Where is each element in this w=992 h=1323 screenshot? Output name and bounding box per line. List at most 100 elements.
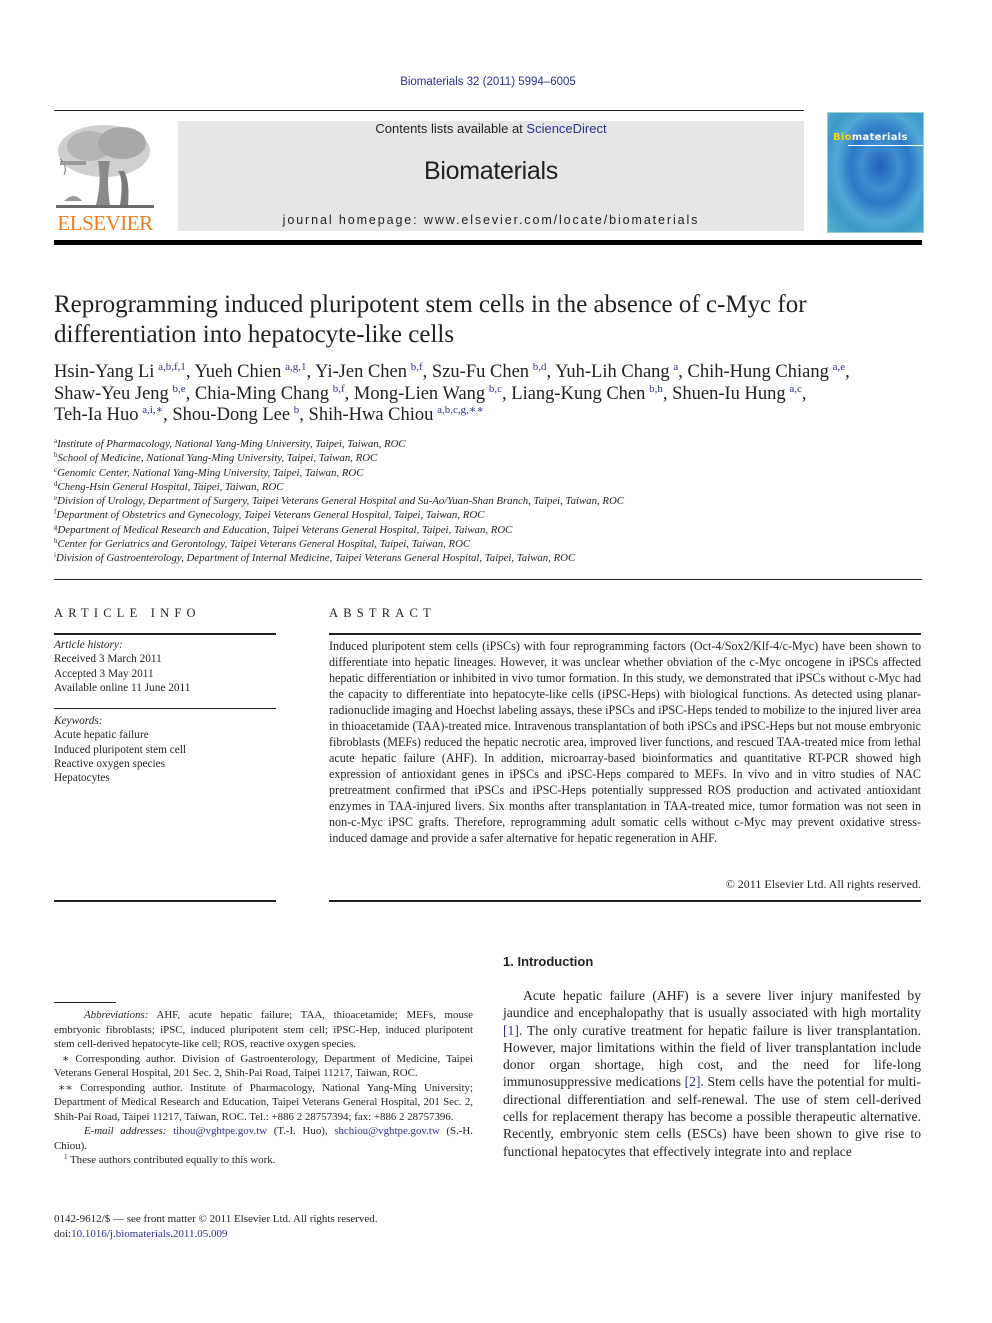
tree-icon	[54, 121, 156, 213]
author-name[interactable]: Shou-Dong Lee	[172, 405, 290, 425]
cover-title-highlight: Bio	[833, 132, 852, 143]
article-info-rule	[54, 633, 276, 635]
author-name[interactable]: Yi-Jen Chen	[315, 362, 407, 382]
keyword: Hepatocytes	[54, 772, 110, 785]
cover-title: Biomaterials	[833, 132, 908, 143]
author[interactable]: Yi-Jen Chen b,f	[315, 361, 423, 383]
keywords-rule	[54, 900, 276, 902]
author-affiliation-marks[interactable]: b	[294, 404, 300, 416]
affiliation: aInstitute of Pharmacology, National Yan…	[54, 437, 954, 451]
footnote-rule	[54, 1002, 116, 1003]
history-rule	[54, 708, 276, 709]
journal-homepage-link[interactable]: journal homepage: www.elsevier.com/locat…	[178, 213, 804, 227]
doi-line: doi:10.1016/j.biomaterials.2011.05.009	[54, 1227, 474, 1242]
introduction-heading: 1. Introduction	[503, 954, 594, 969]
author-name[interactable]: Shih-Hwa Chiou	[309, 405, 434, 425]
author-name[interactable]: Yuh-Lih Chang	[555, 362, 670, 382]
email-owner-huo: (T.-I. Huo),	[267, 1125, 335, 1137]
author-name[interactable]: Szu-Fu Chen	[432, 362, 529, 382]
author[interactable]: Shih-Hwa Chiou a,b,c,g,∗∗	[309, 404, 484, 426]
author-affiliation-marks[interactable]: a,g,1	[285, 361, 306, 373]
affiliation-text: Department of Medical Research and Educa…	[57, 523, 513, 536]
contents-availability: Contents lists available at ScienceDirec…	[178, 121, 804, 136]
author[interactable]: Yueh Chien a,g,1	[195, 361, 307, 383]
author-name[interactable]: Teh-Ia Huo	[54, 405, 139, 425]
author-name[interactable]: Chih-Hung Chiang	[688, 362, 829, 382]
affiliation: hCenter for Geriatrics and Gerontology, …	[54, 537, 954, 551]
history-accepted: Accepted 3 May 2011	[54, 667, 154, 680]
author-name[interactable]: Chia-Ming Chang	[195, 384, 329, 404]
author[interactable]: Chia-Ming Chang b,f	[195, 383, 345, 404]
author[interactable]: Hsin-Yang Li a,b,f,1	[54, 361, 186, 383]
affiliations-list: aInstitute of Pharmacology, National Yan…	[54, 437, 954, 566]
author[interactable]: Liang-Kung Chen b,h	[511, 383, 663, 404]
author-affiliation-marks[interactable]: b,f	[411, 361, 423, 373]
article-info-heading: ARTICLE INFO	[54, 606, 201, 620]
corresponding-author-2: ∗∗ Corresponding author. Institute of Ph…	[54, 1081, 473, 1123]
abstract-heading: ABSTRACT	[329, 606, 436, 620]
doi-link[interactable]: 10.1016/j.biomaterials.2011.05.009	[71, 1228, 227, 1240]
author[interactable]: Shou-Dong Lee b	[172, 404, 300, 426]
article-title: Reprogramming induced pluripotent stem c…	[54, 291, 807, 348]
author-affiliation-marks[interactable]: a,c	[789, 383, 802, 395]
history-label: Article history:	[54, 639, 123, 651]
affiliation: eDivision of Urology, Department of Surg…	[54, 494, 954, 508]
author[interactable]: Mong-Lien Wang b,c	[354, 383, 502, 404]
author-affiliation-marks[interactable]: b,e	[173, 383, 186, 395]
journal-citation-link[interactable]: Biomaterials 32 (2011) 5994–6005	[0, 76, 976, 88]
author-affiliation-marks[interactable]: b,f	[333, 383, 345, 395]
author-affiliation-marks[interactable]: a,b,f,1	[158, 361, 186, 373]
abstract-rule-top	[329, 633, 921, 635]
affiliation-text: Division of Gastroenterology, Department…	[55, 552, 576, 565]
affiliation-text: Department of Obstetrics and Gynecology,…	[56, 509, 485, 522]
email-label: E-mail addresses:	[84, 1125, 167, 1137]
header-thick-rule	[54, 240, 922, 245]
email-link-huo[interactable]: tihou@vghtpe.gov.tw	[173, 1125, 267, 1137]
abstract-text: Induced pluripotent stem cells (iPSCs) w…	[329, 639, 921, 845]
author-affiliation-marks[interactable]: a,b,c,g,∗∗	[437, 404, 484, 416]
journal-cover-image[interactable]: Biomaterials	[827, 112, 924, 233]
author-affiliation-marks[interactable]: b,h	[649, 383, 663, 395]
author-name[interactable]: Liang-Kung Chen	[511, 384, 645, 404]
elsevier-wordmark: ELSEVIER	[57, 211, 153, 235]
author-name[interactable]: Shaw-Yeu Jeng	[54, 384, 169, 404]
author[interactable]: Shaw-Yeu Jeng b,e	[54, 383, 186, 404]
doi-prefix: doi:	[54, 1227, 72, 1240]
article-history: Article history: Received 3 March 2011 A…	[54, 638, 276, 695]
abstract-rule-bottom	[329, 900, 921, 902]
abbreviations-footnote: Abbreviations: AHF, acute hepatic failur…	[54, 1008, 473, 1052]
affiliation: fDepartment of Obstetrics and Gynecology…	[54, 508, 954, 522]
introduction-paragraph: Acute hepatic failure (AHF) is a severe …	[503, 987, 921, 1160]
sciencedirect-link[interactable]: ScienceDirect	[526, 121, 606, 136]
author-name[interactable]: Mong-Lien Wang	[354, 384, 485, 404]
email-link-chiou[interactable]: shchiou@vghtpe.gov.tw	[334, 1125, 440, 1137]
contents-prefix: Contents lists available at	[375, 121, 527, 136]
affiliation-text: Genomic Center, National Yang-Ming Unive…	[57, 466, 364, 479]
author[interactable]: Chih-Hung Chiang a,e	[688, 361, 846, 383]
reference-link-1[interactable]: [1]	[503, 1023, 519, 1038]
author[interactable]: Szu-Fu Chen b,d	[432, 361, 547, 383]
keyword: Induced pluripotent stem cell	[54, 743, 187, 756]
history-received: Received 3 March 2011	[54, 653, 162, 666]
reference-link-2[interactable]: [2]	[685, 1074, 701, 1089]
email-footnote: E-mail addresses: tihou@vghtpe.gov.tw (T…	[54, 1124, 473, 1153]
author-name[interactable]: Yueh Chien	[195, 362, 282, 382]
author[interactable]: Shuen-Iu Hung a,c	[672, 383, 802, 404]
footnotes: Abbreviations: AHF, acute hepatic failur…	[54, 1008, 473, 1168]
front-matter: 0142-9612/$ — see front matter © 2011 El…	[54, 1212, 474, 1241]
abstract-copyright: © 2011 Elsevier Ltd. All rights reserved…	[725, 877, 921, 891]
keywords-label: Keywords:	[54, 715, 103, 727]
issn-line: 0142-9612/$ — see front matter © 2011 El…	[54, 1213, 378, 1225]
affiliation: dCheng-Hsin General Hospital, Taipei, Ta…	[54, 480, 954, 494]
author-affiliation-marks[interactable]: a,i,∗	[142, 404, 163, 416]
author-name[interactable]: Hsin-Yang Li	[54, 362, 154, 382]
keyword: Acute hepatic failure	[54, 729, 149, 742]
author-affiliation-marks[interactable]: b,d	[533, 361, 547, 373]
author[interactable]: Teh-Ia Huo a,i,∗	[54, 404, 163, 426]
author-affiliation-marks[interactable]: b,c	[489, 383, 502, 395]
abbreviations-label: Abbreviations:	[84, 1009, 149, 1021]
author-affiliation-marks[interactable]: a	[673, 361, 678, 373]
author-affiliation-marks[interactable]: a,e	[833, 361, 846, 373]
author[interactable]: Yuh-Lih Chang a	[555, 361, 678, 383]
author-name[interactable]: Shuen-Iu Hung	[672, 384, 786, 404]
